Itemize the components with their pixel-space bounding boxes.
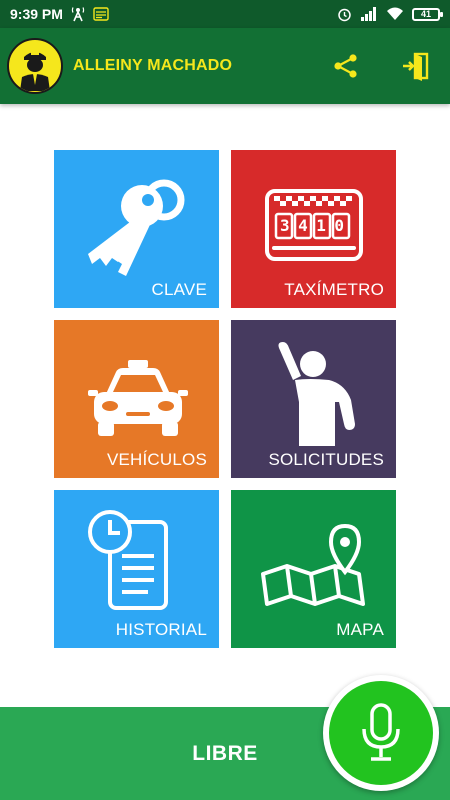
microphone-button[interactable]	[323, 675, 439, 791]
share-button[interactable]	[326, 46, 366, 86]
keys-icon	[88, 179, 185, 276]
user-name: ALLEINY MACHADO	[73, 57, 233, 74]
tile-solicitudes[interactable]: SOLICITUDES	[231, 320, 396, 478]
taxi-car-icon	[88, 360, 188, 436]
tile-mapa[interactable]: MAPA	[231, 490, 396, 648]
alarm-icon	[337, 7, 352, 22]
share-icon	[334, 54, 357, 78]
taximeter-digits: 3410	[280, 216, 353, 235]
battery-level: 41	[420, 9, 431, 19]
card-icon	[93, 7, 109, 21]
signal-icon	[360, 7, 378, 21]
tile-vehiculos[interactable]: VEHÍCULOS	[54, 320, 219, 478]
raised-hand-person-icon	[278, 342, 355, 446]
antenna-icon	[71, 6, 85, 22]
tile-clave[interactable]: CLAVE	[54, 150, 219, 308]
tile-historial[interactable]: HISTORIAL	[54, 490, 219, 648]
tile-label-solicitudes: SOLICITUDES	[268, 450, 384, 469]
tile-label-taximetro: TAXÍMETRO	[284, 280, 384, 299]
libre-label: LIBRE	[192, 741, 258, 765]
tile-label-clave: CLAVE	[151, 280, 207, 299]
clock-document-icon	[88, 510, 168, 610]
menu-grid: CLAVE 3410 TAXÍMETRO VEHÍCULOS SOLICITUD…	[54, 150, 396, 648]
wifi-icon	[386, 7, 404, 21]
exit-button[interactable]	[396, 46, 436, 86]
battery-icon: 41	[412, 7, 443, 21]
map-pin-icon	[261, 523, 365, 606]
status-bar: 9:39 PM 41	[0, 0, 450, 28]
tile-taximetro[interactable]: 3410 TAXÍMETRO	[231, 150, 396, 308]
tile-label-vehiculos: VEHÍCULOS	[106, 450, 207, 469]
microphone-button-fill	[329, 681, 433, 785]
status-time: 9:39 PM	[10, 6, 63, 22]
microphone-icon	[362, 703, 400, 761]
app-bar: ALLEINY MACHADO	[0, 28, 450, 104]
tile-label-historial: HISTORIAL	[115, 620, 207, 639]
tile-label-mapa: MAPA	[336, 620, 384, 639]
exit-door-icon	[403, 52, 429, 81]
driver-avatar-icon[interactable]	[7, 38, 63, 94]
